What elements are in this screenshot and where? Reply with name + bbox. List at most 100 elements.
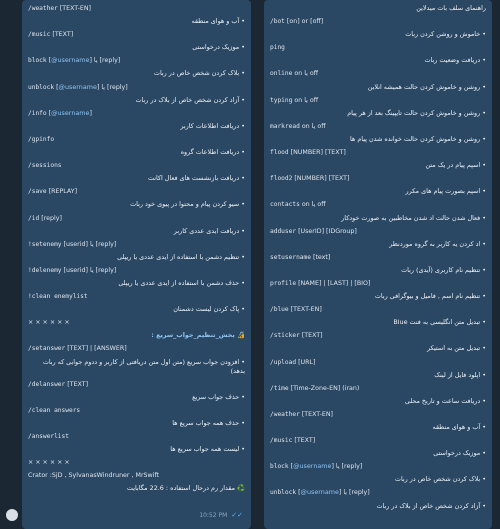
command-code[interactable]: !clean enemylist — [28, 293, 88, 300]
command-arg: ] یا [reply] — [338, 489, 370, 497]
command-code[interactable]: /weather — [28, 5, 58, 12]
command-line: /music [TEXT] — [28, 28, 245, 41]
command-arg: on یا off — [292, 96, 319, 104]
command-line: × × × × × × — [28, 456, 245, 469]
username-link[interactable]: @username — [301, 488, 339, 496]
command-line: Crator :SjD , SylvanasWindruner , MrSwif… — [28, 469, 245, 482]
command-arg: [userid] یا [reply] — [61, 240, 117, 248]
command-description: • اسپم پیام در یک متن — [425, 161, 487, 170]
command-description: • حذف دشمن با استفاده از ایدی عددی یا ری… — [118, 278, 245, 287]
read-check-icon: ✓✓ — [231, 511, 243, 519]
command-description: راهنمای سلف بات میدلاین — [416, 4, 486, 12]
command-description: • تبدیل متن به استیکر — [426, 344, 486, 353]
command-code[interactable]: /sticker — [270, 332, 300, 339]
command-arg: [NAME] | [LAST] | [BIO] — [296, 279, 371, 287]
command-arg: × × × × × × — [28, 459, 70, 467]
command-code[interactable]: unblock — [270, 489, 296, 496]
command-code[interactable]: markread — [270, 123, 300, 130]
command-code[interactable]: /music — [28, 31, 50, 38]
command-arg: [TEXT] — [299, 332, 323, 340]
command-description: • حذف جواب سریع — [192, 392, 245, 401]
username-link[interactable]: @username — [293, 462, 331, 470]
command-line: markread on یا off — [270, 120, 486, 133]
command-code[interactable]: /blue — [270, 306, 289, 313]
command-code[interactable]: block — [270, 463, 289, 470]
command-code[interactable]: !setenemy — [28, 241, 62, 248]
command-code[interactable]: !delenemy — [28, 267, 62, 274]
command-line: typing on یا off — [270, 94, 486, 107]
command-code[interactable]: /gpinfo — [28, 136, 54, 143]
command-code[interactable]: online — [270, 70, 292, 77]
command-line: block [@username] یا [reply] — [28, 54, 245, 67]
command-arg: [text] — [310, 253, 331, 261]
username-link[interactable]: @username — [51, 56, 89, 64]
command-code[interactable]: /bot — [270, 18, 285, 25]
command-code[interactable]: unblock — [28, 84, 54, 91]
command-code[interactable]: /id — [28, 215, 39, 222]
command-line: unblock [@username] یا [reply] — [28, 81, 245, 94]
command-description: • موزیک درخواستی — [433, 449, 486, 458]
command-line: /save [REPLAY] — [28, 185, 245, 198]
command-line: ping — [270, 41, 486, 54]
username-link[interactable]: @username — [59, 83, 97, 91]
command-code[interactable]: /weather — [270, 411, 300, 418]
command-line: online on یا off — [270, 67, 486, 80]
command-code[interactable]: /answerlist — [28, 433, 69, 440]
message-bubble-left: /weather [TEXT-EN] • آب و هوای منطقه/musi… — [22, 0, 251, 529]
command-description: • بلاک کردن شخص خاص در ربات — [153, 69, 245, 78]
command-line: /delanswer [TEXT] — [28, 378, 245, 391]
command-code[interactable]: /music — [270, 437, 292, 444]
scroll-to-bottom-avatar[interactable] — [6, 509, 18, 521]
command-description: • دریافت اطلاعات کاربر — [180, 121, 245, 130]
command-line: block [@username] یا [reply] — [270, 460, 486, 473]
command-line: !delenemy [userid] یا [reply] — [28, 264, 245, 277]
command-description: • اد کردن یه کاربر به گروه موردنظر — [389, 239, 486, 248]
command-line: setusername [text] — [270, 251, 486, 264]
command-line: unblock [@username] یا [reply] — [270, 486, 486, 499]
command-line: × × × × × × — [28, 316, 245, 329]
command-description: • روشن و خاموش کردن حالت تایپینگ بعد از … — [347, 108, 486, 117]
command-code[interactable]: /time — [270, 385, 289, 392]
command-description: • افزودن جواب سریع (متن اول متن دریافتی … — [42, 357, 245, 375]
command-code[interactable]: /sessions — [28, 162, 62, 169]
command-code[interactable]: block — [28, 57, 47, 64]
command-code[interactable]: flood — [270, 149, 289, 156]
command-code[interactable]: /setanswer — [28, 345, 65, 352]
command-arg: [TEXT] — [292, 437, 316, 445]
command-line: /sticker [TEXT] — [270, 329, 486, 342]
command-arg: [on] or [off] — [284, 18, 324, 26]
command-code[interactable]: /clean answers — [28, 407, 80, 414]
command-description: • دریافت بازنشست های فعال اکانت — [147, 174, 245, 183]
command-line: flood2 [NUMBER] [TEXT] — [270, 172, 486, 185]
command-code[interactable]: typing — [270, 97, 292, 104]
command-code[interactable]: /save — [28, 188, 47, 195]
command-arg: [TEXT-EN] — [57, 5, 91, 12]
command-description: • آب و هوای منطقه — [191, 17, 245, 26]
command-arg: [URL] — [296, 358, 316, 366]
command-code[interactable]: profile — [270, 280, 296, 287]
command-code[interactable]: ping — [270, 44, 285, 51]
command-code[interactable]: /delanswer — [28, 381, 65, 388]
command-line: /blue [TEXT-EN] — [270, 303, 486, 316]
command-description: • روشن و خاموش کردن حالت خوانده شدن پیام… — [349, 134, 486, 143]
command-line: !setenemy [userid] یا [reply] — [28, 238, 245, 251]
command-arg: [UserID] [IDGroup] — [296, 227, 357, 235]
command-code[interactable]: flood2 — [270, 175, 292, 182]
command-description: • تبدیل متن انگلیسی به فنت Blue — [393, 318, 486, 327]
command-code[interactable]: /upload — [270, 359, 296, 366]
left-message-body: /weather [TEXT-EN] • آب و هوای منطقه/musi… — [28, 2, 245, 495]
command-code[interactable]: /info — [28, 110, 47, 117]
command-arg: [REPLAY] — [46, 188, 78, 196]
command-line: /answerlist — [28, 430, 245, 443]
command-code[interactable]: setusername — [270, 254, 311, 261]
command-description: • اپلود فایل از لینک — [434, 370, 486, 379]
username-link[interactable]: @username — [51, 109, 89, 117]
command-description: • حذف همه جواب سریع ها — [172, 418, 245, 427]
command-line: /info [@username] — [28, 107, 245, 120]
command-code[interactable]: contacts — [270, 201, 300, 208]
command-arg: [Time-Zone-EN] (iran) — [288, 384, 360, 392]
command-code[interactable]: adduser — [270, 228, 296, 235]
command-arg: on یا off — [299, 122, 326, 130]
command-description: • دریافت ساعت و تاریخ محلی — [404, 396, 486, 405]
command-description: • پاک کردن لیست دشمنان — [173, 305, 245, 314]
